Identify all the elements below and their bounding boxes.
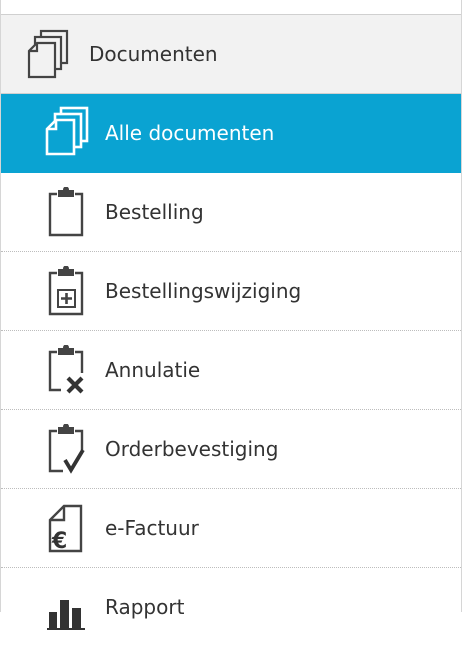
- menu-item-label: Alle documenten: [105, 121, 275, 145]
- menu-item-label: Orderbevestiging: [105, 437, 279, 461]
- menu-item-annulatie[interactable]: Annulatie: [1, 331, 461, 410]
- documents-panel: Documenten Alle documenten Bestelling Be…: [0, 0, 462, 630]
- menu-item-label: Rapport: [105, 595, 185, 619]
- documents-header[interactable]: Documenten: [1, 14, 461, 94]
- clipboard-icon: [48, 187, 84, 237]
- menu-item-label: Bestellingswijziging: [105, 279, 302, 303]
- page-title: Documenten: [89, 42, 218, 66]
- menu-item-rapport[interactable]: Rapport: [1, 568, 461, 647]
- menu-item-alle-documenten[interactable]: Alle documenten: [1, 94, 461, 173]
- menu-item-e-factuur[interactable]: € e-Factuur: [1, 489, 461, 568]
- euro-document-icon: €: [48, 504, 83, 553]
- documents-stack-icon: [27, 29, 69, 79]
- menu-item-orderbevestiging[interactable]: Orderbevestiging: [1, 410, 461, 489]
- clipboard-x-icon: [48, 345, 84, 394]
- menu-item-label: Annulatie: [105, 358, 201, 382]
- menu-item-label: Bestelling: [105, 200, 204, 224]
- menu-item-bestelling[interactable]: Bestelling: [1, 173, 461, 252]
- documents-stack-icon: [45, 106, 89, 156]
- svg-text:€: €: [51, 529, 67, 553]
- menu-item-bestellingswijziging[interactable]: Bestellingswijziging: [1, 252, 461, 331]
- menu-item-label: e-Factuur: [105, 516, 199, 540]
- clipboard-plus-icon: [48, 266, 84, 316]
- bar-chart-icon: [47, 600, 85, 630]
- clipboard-check-icon: [48, 424, 85, 474]
